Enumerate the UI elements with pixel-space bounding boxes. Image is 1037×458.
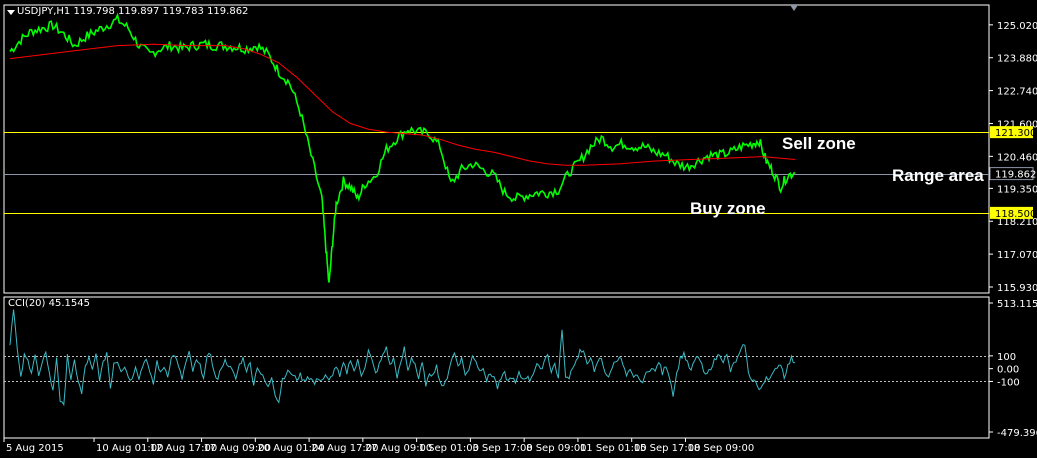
time-tick-label: 18 Sep 09:00: [687, 443, 754, 454]
cci-series-group: [9, 309, 796, 407]
price-tick-label: 122.740: [997, 87, 1037, 98]
price-tick-label: 115.930: [997, 283, 1037, 294]
range-area-label: Range area: [892, 166, 984, 185]
chart-frames: [3, 4, 990, 439]
buy-zone-label: Buy zone: [690, 199, 766, 218]
time-tick-label: 5 Aug 2015: [6, 443, 64, 454]
cci-tick-label: -479.3968: [997, 428, 1037, 439]
price-y-axis: 125.020123.880122.740121.600120.460119.3…: [989, 21, 1037, 294]
cci-tick-label: 100: [997, 352, 1016, 363]
buy_level-price-label: 118.500: [995, 209, 1036, 220]
cci-line: [9, 309, 796, 407]
chart-window[interactable]: 125.020 123.880 122.740 121.600 120.460 119.3…: [0, 0, 1037, 458]
time-tick-label: 1 Sep 01:00: [419, 443, 479, 454]
time-tick-label: 8 Sep 09:00: [526, 443, 586, 454]
price-tick-label: 123.880: [997, 54, 1037, 65]
price-tick-label: 119.350: [997, 184, 1037, 195]
price-tick-label: 120.460: [997, 152, 1037, 163]
cci-panel-frame: [3, 296, 990, 439]
time-tick-label: 3 Sep 17:00: [472, 443, 532, 454]
symbol-info-header: USDJPY,H1 119.798 119.897 119.783 119.86…: [17, 6, 249, 17]
cci-tick-label: 513.1154: [997, 299, 1037, 310]
price-line: [9, 12, 796, 283]
cci-indicator-title: CCI(20) 45.1545: [8, 298, 90, 309]
shift-marker-icon: [790, 5, 798, 11]
price-tick-label: 117.070: [997, 250, 1037, 261]
time-x-axis: 5 Aug 2015 10 Aug 01:0012 Aug 17:0017 Aug…: [3, 438, 754, 454]
cci-tick-label: 0.00: [997, 365, 1019, 376]
sell-zone-label: Sell zone: [782, 134, 856, 153]
chart-menu-icon[interactable]: [7, 10, 15, 15]
price-series-group: [9, 12, 796, 283]
cci-y-axis: 513.1154 100 0.00-100 -479.3968: [989, 299, 1037, 439]
sell_level-price-label: 121.300: [995, 128, 1036, 139]
current_price-price-label: 119.862: [995, 170, 1036, 181]
price-tick-label: 125.020: [997, 21, 1037, 32]
chart-canvas[interactable]: 125.020123.880122.740121.600120.460119.3…: [0, 0, 1037, 458]
ma-line: [9, 43, 796, 166]
cci-tick-label: -100: [997, 377, 1020, 388]
